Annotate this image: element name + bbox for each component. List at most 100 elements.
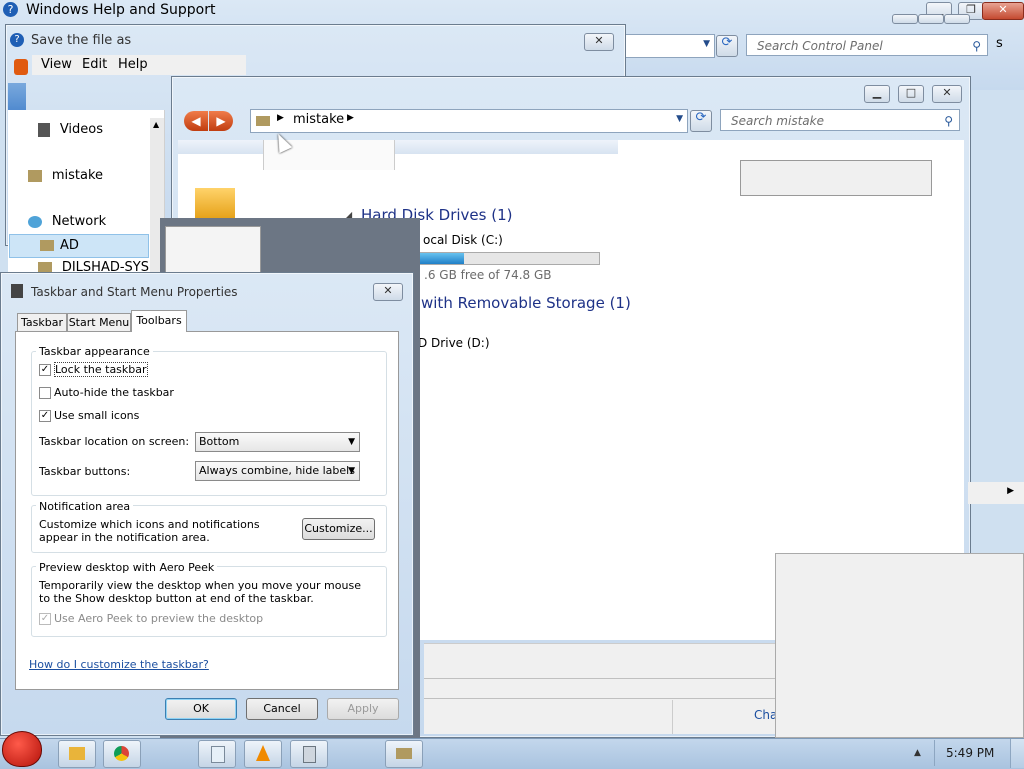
apply-button[interactable]: Apply (327, 698, 399, 720)
menu-view[interactable]: View (41, 57, 72, 72)
breadcrumb-separator-icon: ▶ (347, 113, 354, 123)
taskbar-chrome-button[interactable] (103, 740, 141, 768)
customize-button[interactable]: Customize... (302, 518, 375, 540)
tab-taskbar[interactable]: Taskbar (17, 313, 67, 333)
blank-panel (740, 160, 932, 196)
tab-toolbars[interactable]: Toolbars (131, 310, 187, 332)
cancel-button[interactable]: Cancel (246, 698, 318, 720)
chrome-icon (114, 746, 129, 761)
tray-expand-icon[interactable]: ▲ (914, 748, 921, 758)
refresh-icon[interactable]: ⟳ (690, 110, 712, 132)
group-label: Notification area (36, 500, 134, 513)
menu-edit[interactable]: Edit (82, 57, 107, 72)
checkbox-checked-icon[interactable]: ✓ (39, 410, 51, 422)
peek-text: Temporarily view the desktop when you mo… (39, 579, 361, 605)
tab-start-menu[interactable]: Start Menu (67, 313, 131, 333)
breadcrumb[interactable]: mistake (293, 112, 344, 127)
scroll-up-icon[interactable]: ▲ (153, 120, 159, 129)
dvd-drive-label[interactable]: D Drive (D:) (418, 336, 490, 350)
lock-taskbar-checkbox[interactable]: ✓ Lock the taskbar (39, 362, 148, 377)
checkbox-label: Lock the taskbar (54, 362, 148, 377)
address-bar[interactable]: ▶ mistake ▶ ▼ (250, 109, 688, 133)
close-button[interactable]: ✕ (932, 85, 962, 103)
section-removable-storage[interactable]: with Removable Storage (1) (421, 294, 631, 312)
video-library-icon (38, 122, 50, 137)
search-mistake-input[interactable]: Search mistake ⚲ (720, 109, 960, 131)
buttons-select[interactable]: Always combine, hide labels ▼ (195, 461, 360, 481)
help-minimize-inner[interactable] (892, 14, 918, 24)
aero-peek-checkbox[interactable]: ✓ Use Aero Peek to preview the desktop (39, 612, 263, 625)
network-share-icon (396, 748, 412, 759)
nav-item-videos[interactable]: Videos (38, 122, 103, 137)
checkbox-checked-icon[interactable]: ✓ (39, 364, 51, 376)
checkbox-label: Use small icons (54, 409, 140, 422)
status-right-text[interactable]: Cha (754, 708, 777, 722)
nav-item-network[interactable]: Network (28, 214, 106, 229)
disk-free-text: .6 GB free of 74.8 GB (424, 268, 552, 282)
show-desktop-button[interactable] (1010, 739, 1024, 768)
tray-divider (934, 740, 935, 766)
nav-item-label: AD (60, 238, 79, 253)
clock[interactable]: 5:49 PM (946, 746, 994, 760)
search-control-panel-input[interactable]: Search Control Panel ⚲ (746, 34, 988, 56)
back-button[interactable]: ◀ (184, 111, 208, 131)
vlc-icon (256, 745, 270, 761)
save-dialog-close-button[interactable]: ✕ (584, 33, 614, 51)
dialog-close-button[interactable]: ✕ (373, 283, 403, 301)
toolbar-strip (178, 140, 618, 154)
computer-icon (40, 240, 54, 251)
taskbar-notepad-button[interactable] (198, 740, 236, 768)
help-restore-inner[interactable] (918, 14, 944, 24)
nav-item-label: mistake (51, 168, 104, 183)
dialog-title: Taskbar and Start Menu Properties (31, 285, 238, 299)
white-inner-box (165, 226, 261, 276)
chevron-down-icon[interactable]: ▼ (703, 39, 710, 49)
help-close-inner[interactable] (944, 14, 970, 24)
nav-item-label: Videos (59, 122, 104, 137)
network-share-icon (256, 116, 270, 126)
chevron-right-icon[interactable]: ▶ (1007, 486, 1014, 496)
maximize-button[interactable]: □ (898, 85, 924, 103)
help-icon: ? (10, 33, 24, 47)
folder-icon (69, 747, 85, 760)
folder-icon (195, 188, 235, 218)
close-button[interactable]: ✕ (982, 2, 1024, 20)
checkbox-unchecked-icon[interactable] (39, 387, 51, 399)
chevron-down-icon[interactable]: ▼ (676, 114, 683, 124)
auto-hide-checkbox[interactable]: Auto-hide the taskbar (39, 386, 174, 399)
chevron-down-icon: ▼ (348, 437, 355, 447)
menu-help[interactable]: Help (118, 57, 148, 72)
forward-button[interactable]: ▶ (209, 111, 233, 131)
taskbar (0, 731, 1024, 769)
nav-item-mistake[interactable]: mistake (28, 168, 103, 183)
local-disk-label[interactable]: ocal Disk (C:) (423, 233, 503, 247)
taskbar-network-button[interactable] (385, 740, 423, 768)
menu-bar: View Edit Help (32, 55, 246, 75)
calculator-icon (303, 746, 316, 763)
notepad-icon (211, 746, 225, 763)
nav-item-ad[interactable]: AD (9, 234, 149, 258)
angry-bird-icon (2, 731, 42, 767)
start-button[interactable] (2, 731, 48, 769)
taskbar-calculator-button[interactable] (290, 740, 328, 768)
network-share-icon (28, 169, 42, 182)
checkbox-label: Auto-hide the taskbar (54, 386, 174, 399)
minimize-button[interactable]: ▁ (864, 85, 890, 103)
ok-button[interactable]: OK (165, 698, 237, 720)
location-select[interactable]: Bottom ▼ (195, 432, 360, 452)
save-dialog-title: Save the file as (31, 33, 132, 48)
search-icon: ⚲ (972, 39, 981, 53)
taskbar-vlc-button[interactable] (244, 740, 282, 768)
control-panel-address[interactable]: ▼ (625, 34, 715, 58)
buttons-label: Taskbar buttons: (39, 465, 131, 478)
refresh-icon[interactable]: ⟳ (716, 35, 738, 57)
side-panel: ▶ (968, 482, 1024, 504)
location-label: Taskbar location on screen: (39, 435, 190, 448)
orange-app-icon (14, 59, 28, 75)
taskbar-properties-dialog: Taskbar and Start Menu Properties ✕ Task… (0, 272, 414, 736)
help-link[interactable]: How do I customize the taskbar? (29, 658, 209, 671)
small-icons-checkbox[interactable]: ✓ Use small icons (39, 409, 139, 422)
checkbox-disabled-icon[interactable]: ✓ (39, 613, 51, 625)
tab-panel: Taskbar appearance ✓ Lock the taskbar Aut… (15, 331, 399, 690)
taskbar-folder-button[interactable] (58, 740, 96, 768)
